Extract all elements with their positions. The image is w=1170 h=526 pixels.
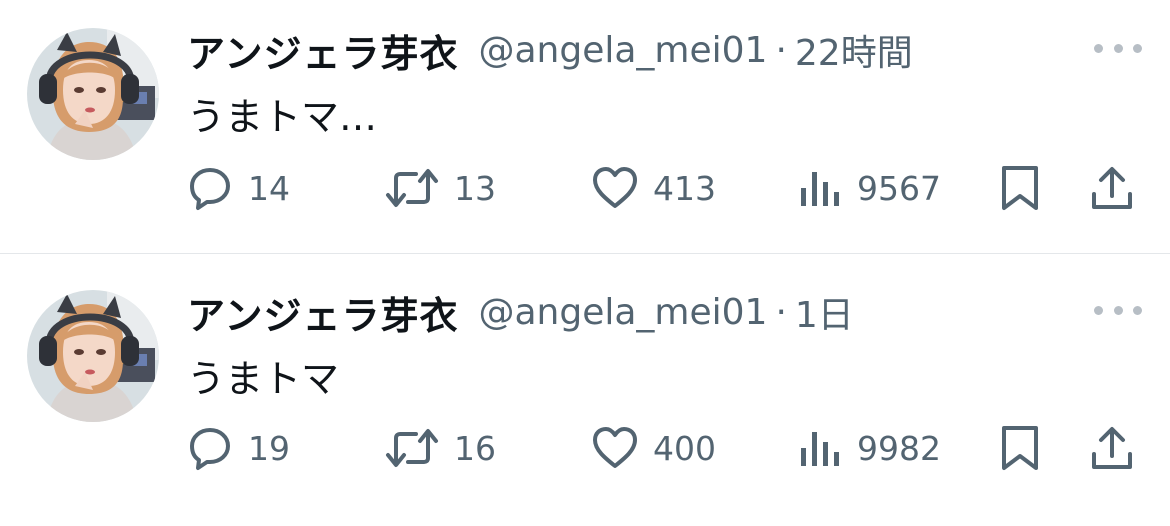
user-handle[interactable]: @angela_mei01	[478, 30, 767, 71]
more-dots-icon[interactable]	[1094, 38, 1142, 58]
timestamp[interactable]: 1日	[795, 286, 854, 338]
share-upload-icon	[1092, 167, 1132, 209]
avatar[interactable]	[27, 290, 159, 422]
share-upload-icon	[1092, 427, 1132, 469]
dot	[1133, 305, 1142, 315]
reply-count: 14	[248, 168, 290, 208]
bookmark-icon	[1002, 166, 1038, 210]
display-name[interactable]: アンジェラ芽衣	[187, 23, 458, 78]
reply-bubble-icon	[190, 168, 230, 210]
retweet-arrows-icon	[386, 169, 438, 207]
display-name[interactable]: アンジェラ芽衣	[187, 285, 458, 340]
reply-button[interactable]: 19	[186, 420, 290, 476]
views-button[interactable]: 9567	[795, 160, 941, 216]
retweet-button[interactable]: 13	[384, 160, 496, 216]
timeline-feed: アンジェラ芽衣 @angela_mei01 · 22時間 うまトマ… 14 13…	[0, 0, 1170, 526]
separator-dot: ·	[775, 29, 787, 71]
timestamp[interactable]: 22時間	[795, 24, 913, 76]
bookmark-button[interactable]	[998, 420, 1042, 476]
tweet-text: うまトマ…	[187, 95, 378, 139]
retweet-count: 13	[454, 168, 496, 208]
reply-count: 19	[248, 428, 290, 468]
dot	[1094, 43, 1103, 53]
dot	[1094, 305, 1103, 315]
action-bar: 19 16 400 9982	[0, 420, 1170, 476]
user-handle[interactable]: @angela_mei01	[478, 292, 767, 333]
more-dots-icon[interactable]	[1094, 300, 1142, 320]
retweet-arrows-icon	[386, 429, 438, 467]
like-button[interactable]: 413	[591, 160, 716, 216]
dot	[1113, 305, 1123, 315]
action-bar: 14 13 413 9567	[0, 160, 1170, 216]
heart-icon	[593, 427, 637, 468]
retweet-button[interactable]: 16	[384, 420, 496, 476]
tweet-header: アンジェラ芽衣 @angela_mei01 · 1日	[187, 282, 854, 342]
dot	[1133, 43, 1142, 53]
separator-dot: ·	[775, 291, 787, 333]
tweet-header: アンジェラ芽衣 @angela_mei01 · 22時間	[187, 20, 913, 80]
share-button[interactable]	[1088, 160, 1136, 216]
heart-icon	[593, 167, 637, 208]
tweet[interactable]: アンジェラ芽衣 @angela_mei01 · 22時間 うまトマ… 14 13…	[0, 0, 1170, 253]
view-count: 9982	[857, 428, 941, 468]
bookmark-icon	[1002, 426, 1038, 470]
tweet[interactable]: アンジェラ芽衣 @angela_mei01 · 1日 うまトマ 19 16 40…	[0, 254, 1170, 526]
dot	[1113, 43, 1123, 53]
like-count: 400	[653, 428, 716, 468]
retweet-count: 16	[454, 428, 496, 468]
like-button[interactable]: 400	[591, 420, 716, 476]
share-button[interactable]	[1088, 420, 1136, 476]
tweet-text: うまトマ	[187, 357, 340, 401]
avatar[interactable]	[27, 28, 159, 160]
bookmark-button[interactable]	[998, 160, 1042, 216]
reply-button[interactable]: 14	[186, 160, 290, 216]
reply-bubble-icon	[190, 428, 230, 470]
bar-chart-icon	[801, 432, 839, 466]
view-count: 9567	[857, 168, 941, 208]
views-button[interactable]: 9982	[795, 420, 941, 476]
like-count: 413	[653, 168, 716, 208]
bar-chart-icon	[801, 172, 839, 206]
